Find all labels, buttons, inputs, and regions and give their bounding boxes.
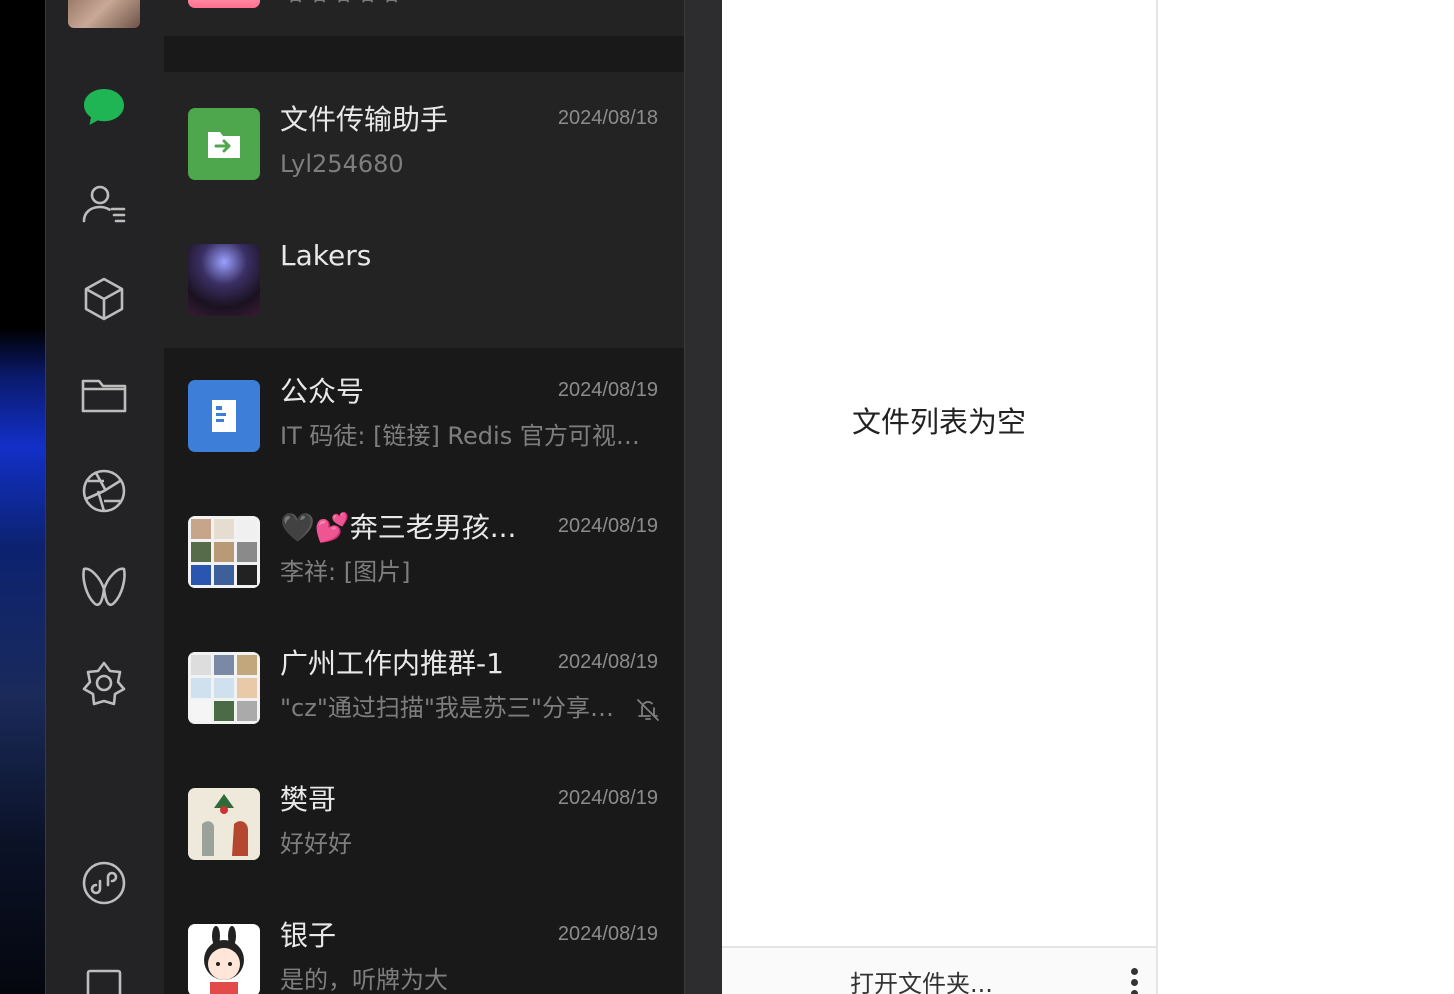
chat-item-group[interactable]: 🖤💕奔三老男孩... 2024/08/19 李祥: [图片] bbox=[164, 480, 684, 616]
more-options-icon[interactable] bbox=[1128, 968, 1140, 994]
chat-item-file-transfer[interactable]: 文件传输助手 2024/08/18 Lyl254680 bbox=[164, 72, 684, 208]
chat-date: 2024/08/19 bbox=[557, 379, 658, 401]
chat-preview: Lyl254680 bbox=[280, 150, 404, 178]
group-avatar bbox=[188, 652, 260, 724]
folder-icon[interactable] bbox=[79, 370, 129, 420]
mute-bell-icon bbox=[637, 699, 659, 721]
chat-name: 公众号 bbox=[280, 375, 365, 408]
chat-preview: 是的，听牌为大 bbox=[280, 966, 448, 994]
chat-preview: "cz"通过扫描"我是苏三"分享的二维码加入群聊 bbox=[280, 694, 620, 722]
box-icon[interactable] bbox=[79, 274, 129, 324]
mini-program-icon[interactable] bbox=[79, 858, 129, 908]
chat-item-official-accounts[interactable]: 公众号 2024/08/19 IT 码徒: [链接] Redis 官方可视化工具… bbox=[164, 344, 684, 480]
chat-item-guangzhou-group[interactable]: 广州工作内推群-1 2024/08/19 "cz"通过扫描"我是苏三"分享的二维… bbox=[164, 616, 684, 752]
square-icon[interactable] bbox=[79, 962, 129, 994]
butterfly-icon[interactable] bbox=[79, 562, 129, 612]
file-panel-footer: 打开文件夹... bbox=[722, 946, 1156, 994]
file-transfer-icon bbox=[188, 108, 260, 180]
chat-date: 2024/08/19 bbox=[557, 515, 658, 537]
chat-preview: 好好好 bbox=[280, 830, 352, 858]
chat-name: 文件传输助手 bbox=[280, 103, 449, 136]
user-avatar[interactable] bbox=[68, 0, 140, 28]
aperture-icon[interactable] bbox=[79, 466, 129, 516]
open-folder-button[interactable]: 打开文件夹... bbox=[850, 964, 993, 994]
chat-name: 银子 bbox=[280, 919, 337, 952]
chat-icon[interactable] bbox=[79, 82, 129, 132]
chat-preview: 哈哈哈哈哈 bbox=[280, 0, 656, 8]
chat-date: 2024/08/19 bbox=[557, 787, 658, 809]
group-avatar bbox=[188, 516, 260, 588]
chat-item-fan[interactable]: 樊哥 2024/08/19 好好好 bbox=[164, 752, 684, 888]
chat-name: 樊哥 bbox=[280, 783, 337, 816]
chat-preview: IT 码徒: [链接] Redis 官方可视化工具... bbox=[280, 422, 656, 450]
chat-avatar bbox=[188, 788, 260, 860]
chat-list: 哈哈哈哈哈 文件传输助手 2024/08/18 Lyl254680 Lakers… bbox=[164, 0, 684, 994]
official-account-icon bbox=[188, 380, 260, 452]
star-icon[interactable] bbox=[79, 658, 129, 708]
chat-avatar bbox=[188, 924, 260, 994]
scroll-gutter[interactable] bbox=[684, 0, 722, 994]
empty-file-list-label: 文件列表为空 bbox=[851, 405, 1026, 439]
chat-date: 2024/08/19 bbox=[557, 923, 658, 945]
chat-name: 🖤💕奔三老男孩... bbox=[280, 511, 517, 544]
chat-avatar bbox=[188, 0, 260, 8]
contacts-icon[interactable] bbox=[79, 178, 129, 228]
chat-avatar bbox=[188, 244, 260, 316]
chat-name: 广州工作内推群-1 bbox=[280, 647, 504, 680]
chat-name: Lakers bbox=[280, 239, 372, 272]
chat-item[interactable]: 哈哈哈哈哈 bbox=[164, 0, 684, 36]
file-panel: 文件列表为空 打开文件夹... bbox=[722, 0, 1158, 994]
chat-date: 2024/08/19 bbox=[557, 651, 658, 673]
chat-date: 2024/08/18 bbox=[557, 107, 658, 129]
chat-item-yinzi[interactable]: 银子 2024/08/19 是的，听牌为大 bbox=[164, 888, 684, 994]
desktop-wallpaper bbox=[0, 0, 45, 994]
chat-preview: 李祥: [图片] bbox=[280, 558, 411, 586]
nav-rail bbox=[45, 0, 164, 994]
chat-item-lakers[interactable]: Lakers bbox=[164, 208, 684, 348]
app-window: 哈哈哈哈哈 文件传输助手 2024/08/18 Lyl254680 Lakers… bbox=[0, 0, 1454, 994]
